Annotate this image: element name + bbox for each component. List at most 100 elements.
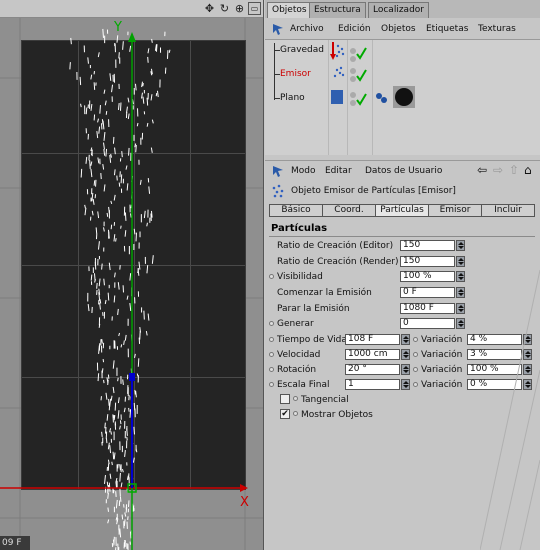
animate-dot-icon[interactable] <box>269 274 274 279</box>
param-label: Ratio de Creación (Render) <box>277 257 399 267</box>
axis-gizmo[interactable] <box>0 18 264 550</box>
ratio-editor-field[interactable]: 150 <box>400 240 455 251</box>
zoom-view-icon[interactable]: ⊕ <box>233 2 246 15</box>
animate-dot-icon[interactable] <box>293 396 298 401</box>
menu-etiquetas[interactable]: Etiquetas <box>426 24 468 34</box>
editor-viewport[interactable]: ✥ ↻ ⊕ ▭ X Y 09 F <box>0 0 264 550</box>
x-axis-label: X <box>240 495 249 510</box>
section-title: Partículas <box>271 223 328 234</box>
animate-dot-icon[interactable] <box>269 337 274 342</box>
viewport-scene[interactable]: X Y <box>0 18 264 550</box>
comenzar-emision-field[interactable]: 0 F <box>400 287 455 298</box>
menu-datos-usuario[interactable]: Datos de Usuario <box>365 166 442 176</box>
rotacion-field[interactable]: 20 ° <box>345 364 400 375</box>
param-label: Escala Final <box>277 380 330 390</box>
manager-tabs: Objetos Estructura Localizador <box>265 0 540 18</box>
side-panel: Objetos Estructura Localizador Archivo E… <box>265 0 540 550</box>
pointer-tool-icon[interactable] <box>271 22 285 36</box>
tab-coord[interactable]: Coord. <box>322 204 376 217</box>
tab-estructura[interactable]: Estructura <box>309 2 366 18</box>
param-label: Generar <box>277 319 314 329</box>
rotacion-spinner[interactable] <box>401 364 410 375</box>
up-arrow-icon[interactable]: ⇧ <box>509 163 519 177</box>
generar-spinner[interactable] <box>456 318 465 329</box>
param-label: Tiempo de Vida <box>277 335 347 345</box>
escala-final-field[interactable]: 1 <box>345 379 400 390</box>
param-label: Variación <box>421 335 463 345</box>
forward-arrow-icon[interactable]: ⇨ <box>493 163 503 177</box>
velocidad-field[interactable]: 1000 cm <box>345 349 400 360</box>
menu-objetos[interactable]: Objetos <box>381 24 416 34</box>
object-tree[interactable]: Gravedad Emisor Plano <box>265 40 540 155</box>
tree-item-gravedad[interactable]: Gravedad <box>280 45 324 55</box>
object-title: Objeto Emisor de Partículas [Emisor] <box>291 186 456 196</box>
animate-dot-icon[interactable] <box>413 337 418 342</box>
visibilidad-spinner[interactable] <box>456 271 465 282</box>
tiempo-vida-spinner[interactable] <box>401 334 410 345</box>
move-view-icon[interactable]: ✥ <box>203 2 216 15</box>
velocidad-spinner[interactable] <box>401 349 410 360</box>
attribute-tabs: Básico Coord. Partículas Emisor Incluir <box>269 204 535 217</box>
lock-icon[interactable]: ⌂ <box>524 163 532 177</box>
ratio-render-field[interactable]: 150 <box>400 256 455 267</box>
checkmark-icon: ✔ <box>281 409 289 419</box>
visibilidad-field[interactable]: 100 % <box>400 271 455 282</box>
tab-basico[interactable]: Básico <box>269 204 323 217</box>
ratio-editor-spinner[interactable] <box>456 240 465 251</box>
param-label: Ratio de Creación (Editor) <box>277 241 394 251</box>
parar-emision-field[interactable]: 1080 F <box>400 303 455 314</box>
attributes-toolbar: Modo Editar Datos de Usuario ⇦ ⇨ ⇧ ⌂ <box>265 160 540 180</box>
comenzar-emision-spinner[interactable] <box>456 287 465 298</box>
mostrar-objetos-checkbox[interactable]: ✔ <box>280 409 290 419</box>
back-arrow-icon[interactable]: ⇦ <box>477 163 487 177</box>
checkbox-label: Mostrar Objetos <box>301 410 373 420</box>
menu-edicion[interactable]: Edición <box>338 24 371 34</box>
animate-dot-icon[interactable] <box>293 411 298 416</box>
escala-final-spinner[interactable] <box>401 379 410 390</box>
tab-localizador[interactable]: Localizador <box>368 2 429 18</box>
tree-item-plano[interactable]: Plano <box>280 93 305 103</box>
param-label: Rotación <box>277 365 317 375</box>
maximize-view-icon[interactable]: ▭ <box>248 2 261 15</box>
generar-field[interactable]: 0 <box>400 318 455 329</box>
param-label: Variación <box>421 350 463 360</box>
menu-modo[interactable]: Modo <box>291 166 316 176</box>
tab-incluir[interactable]: Incluir <box>481 204 535 217</box>
animate-dot-icon[interactable] <box>269 367 274 372</box>
emitter-icon <box>272 184 284 198</box>
rotate-view-icon[interactable]: ↻ <box>218 2 231 15</box>
menu-texturas[interactable]: Texturas <box>478 24 516 34</box>
background-grid-lines <box>480 269 540 550</box>
tangencial-checkbox[interactable] <box>280 394 290 404</box>
animate-dot-icon[interactable] <box>269 321 274 326</box>
tab-particulas[interactable]: Partículas <box>375 204 429 217</box>
animate-dot-icon[interactable] <box>269 352 274 357</box>
viewport-header: ✥ ↻ ⊕ ▭ <box>0 0 263 18</box>
param-label: Variación <box>421 365 463 375</box>
animate-dot-icon[interactable] <box>269 382 274 387</box>
tree-icons <box>330 42 367 106</box>
pointer-tool-icon[interactable] <box>271 164 285 178</box>
param-label: Visibilidad <box>277 272 323 282</box>
tiempo-vida-field[interactable]: 108 F <box>345 334 400 345</box>
param-label: Variación <box>421 380 463 390</box>
frame-readout: 09 F <box>0 536 30 550</box>
param-label: Comenzar la Emisión <box>277 288 372 298</box>
y-axis-label: Y <box>114 20 122 35</box>
menu-archivo[interactable]: Archivo <box>290 24 324 34</box>
tab-objetos[interactable]: Objetos <box>267 2 312 18</box>
object-manager-menubar: Archivo Edición Objetos Etiquetas Textur… <box>265 18 540 40</box>
parar-emision-spinner[interactable] <box>456 303 465 314</box>
checkbox-label: Tangencial <box>301 395 349 405</box>
param-label: Velocidad <box>277 350 321 360</box>
tree-item-emisor[interactable]: Emisor <box>280 69 311 79</box>
param-label: Parar la Emisión <box>277 304 350 314</box>
animate-dot-icon[interactable] <box>413 382 418 387</box>
material-tag-icons <box>376 86 415 108</box>
animate-dot-icon[interactable] <box>413 367 418 372</box>
menu-editar[interactable]: Editar <box>325 166 352 176</box>
attributes-title: Objeto Emisor de Partículas [Emisor] <box>265 181 540 201</box>
animate-dot-icon[interactable] <box>413 352 418 357</box>
tab-emisor[interactable]: Emisor <box>428 204 482 217</box>
ratio-render-spinner[interactable] <box>456 256 465 267</box>
